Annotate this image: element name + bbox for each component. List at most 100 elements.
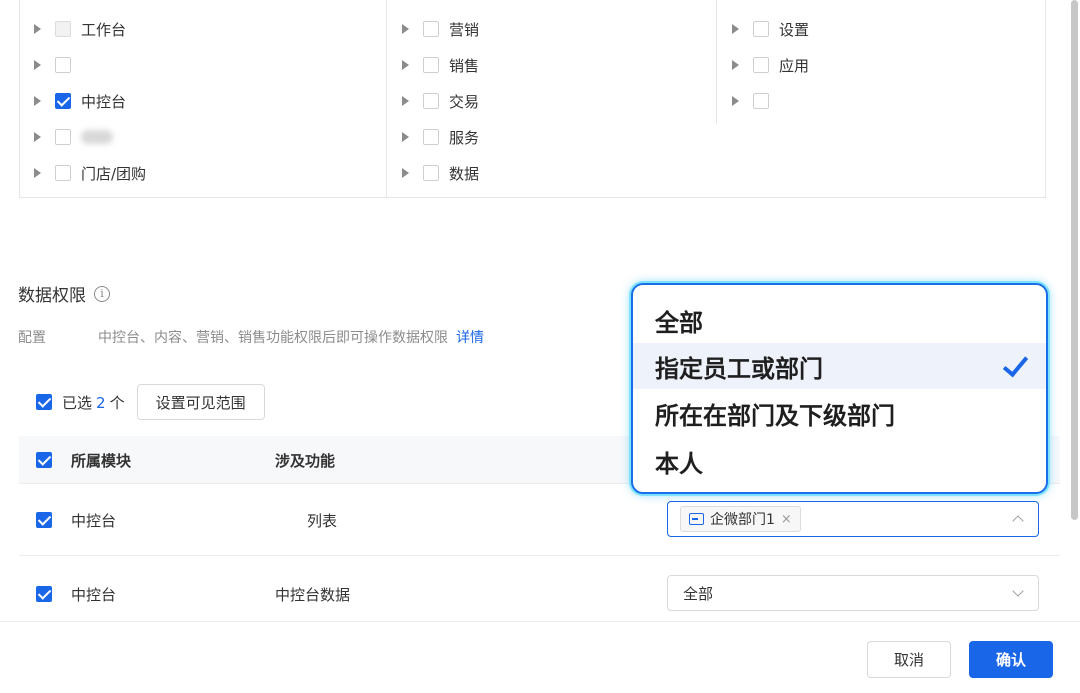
module-checkbox[interactable] [55, 129, 71, 145]
info-icon[interactable]: i [94, 285, 110, 302]
module-column-1: 工作台中控台门店/团购 [34, 11, 146, 191]
selection-toolbar: 已选 2 个 设置可见范围 [36, 384, 265, 420]
config-label: 配置 [18, 330, 46, 346]
module-checkbox[interactable] [55, 93, 71, 109]
module-tree-item[interactable]: 工作台 [34, 11, 146, 47]
selected-suffix: 个 [109, 393, 125, 412]
caret-right-icon[interactable] [402, 24, 409, 34]
scope-dropdown-menu: 全部 指定员工或部门 所在在部门及下级部门 本人 [631, 283, 1048, 494]
cancel-button[interactable]: 取消 [867, 641, 951, 678]
module-checkbox[interactable] [55, 57, 71, 73]
caret-right-icon[interactable] [732, 96, 739, 106]
module-checkbox[interactable] [55, 165, 71, 181]
permission-dialog: 工作台 中控台 门店/团购 营销 销售 交易 服务 数据 设置 应用 数据权限 i 配置 中控… [0, 0, 1080, 693]
confirm-button[interactable]: 确认 [969, 641, 1053, 678]
caret-right-icon[interactable] [732, 24, 739, 34]
caret-right-icon[interactable] [34, 132, 41, 142]
section-title: 数据权限 i [18, 281, 110, 306]
detail-link[interactable]: 详情 [456, 327, 484, 347]
selected-prefix: 已选 [62, 393, 93, 412]
module-checkbox[interactable] [753, 93, 769, 109]
column-divider [716, 0, 717, 124]
caret-right-icon[interactable] [402, 132, 409, 142]
module-label: 服务 [449, 128, 480, 147]
module-checkbox[interactable] [753, 57, 769, 73]
module-label: 营销 [449, 20, 480, 39]
check-icon [1002, 350, 1029, 378]
module-tree-item[interactable]: 营销 [402, 11, 479, 47]
caret-right-icon[interactable] [732, 60, 739, 70]
module-checkbox[interactable] [423, 165, 439, 181]
module-tree-item[interactable]: 服务 [402, 119, 479, 155]
config-row: 配置 中控台、内容、营销、销售功能权限后即可操作数据权限 详情 [18, 327, 484, 347]
select-value: 全部 [683, 584, 714, 603]
caret-right-icon[interactable] [34, 96, 41, 106]
caret-right-icon[interactable] [402, 60, 409, 70]
selected-count: 2 [96, 393, 106, 412]
scrollbar[interactable] [1071, 0, 1078, 520]
module-label: 应用 [779, 56, 810, 75]
module-checkbox[interactable] [423, 93, 439, 109]
row-module: 中控台 [71, 512, 117, 530]
module-checkbox [55, 21, 71, 37]
dropdown-option-specified[interactable]: 指定员工或部门 [633, 343, 1046, 389]
module-tree-item[interactable] [34, 119, 146, 155]
module-tree-item[interactable]: 交易 [402, 83, 479, 119]
option-label: 全部 [655, 308, 703, 337]
row-function: 列表 [307, 512, 338, 530]
select-all-checkbox[interactable] [36, 394, 52, 410]
caret-right-icon[interactable] [402, 168, 409, 178]
close-icon[interactable]: × [781, 512, 792, 527]
option-label: 所在在部门及下级部门 [655, 401, 895, 430]
header-module: 所属模块 [71, 452, 132, 470]
module-tree-item[interactable]: 中控台 [34, 83, 146, 119]
module-checkbox[interactable] [423, 21, 439, 37]
module-label: 销售 [449, 56, 480, 75]
module-tree-item[interactable]: 设置 [732, 11, 809, 47]
dropdown-option-all[interactable]: 全部 [633, 297, 1046, 343]
set-visible-scope-button[interactable]: 设置可见范围 [136, 384, 265, 420]
header-function: 涉及功能 [275, 452, 336, 470]
row-function: 中控台数据 [275, 586, 351, 604]
module-label: 交易 [449, 92, 480, 111]
dropdown-option-dept-and-sub[interactable]: 所在在部门及下级部门 [633, 390, 1046, 436]
caret-right-icon[interactable] [34, 60, 41, 70]
section-title-text: 数据权限 [18, 286, 86, 306]
config-text: 中控台、内容、营销、销售功能权限后即可操作数据权限 [98, 330, 448, 346]
module-tree-item[interactable] [34, 47, 146, 83]
module-tree-item[interactable] [732, 83, 809, 119]
redacted-label [81, 130, 113, 144]
scope-select[interactable]: 企微部门1 × [667, 501, 1039, 537]
caret-right-icon[interactable] [34, 168, 41, 178]
column-divider [386, 0, 387, 198]
scope-select[interactable]: 全部 [667, 575, 1039, 611]
module-column-3: 设置 应用 [732, 11, 809, 119]
option-label: 指定员工或部门 [655, 354, 823, 383]
module-tree-item[interactable]: 门店/团购 [34, 155, 146, 191]
module-checkbox[interactable] [423, 57, 439, 73]
table-row: 中控台 列表 企微部门1 × [19, 484, 1060, 556]
dropdown-option-self[interactable]: 本人 [633, 438, 1046, 484]
module-tree-item[interactable]: 应用 [732, 47, 809, 83]
selected-count-text: 已选 2 个 [62, 392, 125, 413]
module-checkbox[interactable] [753, 21, 769, 37]
caret-right-icon[interactable] [34, 24, 41, 34]
header-checkbox[interactable] [36, 452, 52, 468]
module-label: 门店/团购 [81, 164, 147, 183]
module-label: 工作台 [81, 20, 127, 39]
row-checkbox[interactable] [36, 512, 52, 528]
row-module: 中控台 [71, 586, 117, 604]
tag-label: 企微部门1 [710, 512, 775, 528]
module-label: 中控台 [81, 92, 127, 111]
row-checkbox[interactable] [36, 586, 52, 602]
module-tree-item[interactable]: 销售 [402, 47, 479, 83]
folder-icon [689, 513, 704, 525]
module-label: 设置 [779, 20, 810, 39]
module-grid: 工作台中控台门店/团购 营销销售交易服务数据 设置应用 [19, 0, 1046, 198]
table-row: 中控台 中控台数据 全部 [19, 557, 1060, 629]
dialog-footer: 取消 确认 [0, 621, 1080, 693]
module-checkbox[interactable] [423, 129, 439, 145]
caret-right-icon[interactable] [402, 96, 409, 106]
module-tree-item[interactable]: 数据 [402, 155, 479, 191]
chevron-up-icon [1012, 515, 1024, 527]
